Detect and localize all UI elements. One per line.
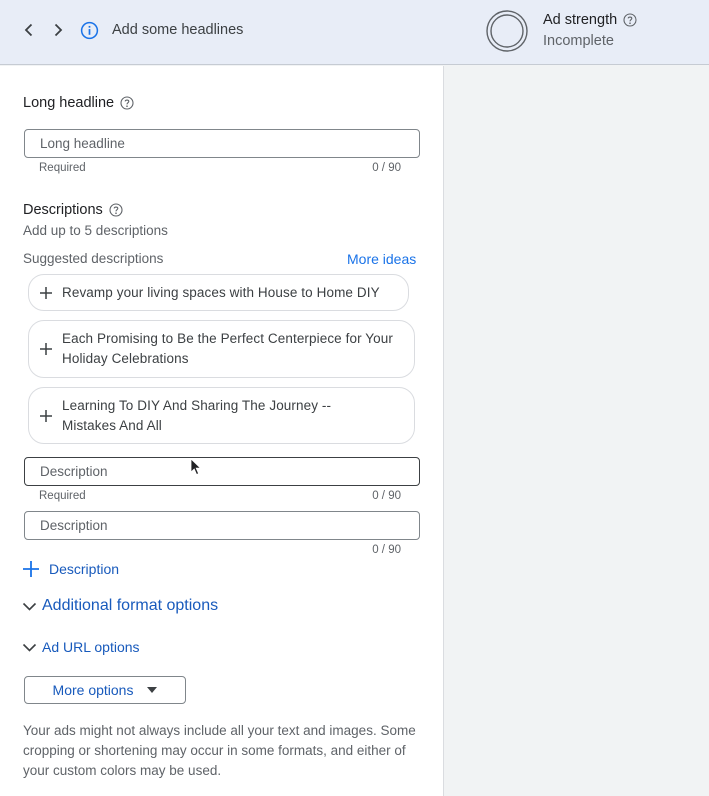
help-icon[interactable] — [623, 13, 637, 27]
long-headline-count: 0 / 90 — [372, 162, 401, 174]
suggestion-text: Revamp your living spaces with House to … — [62, 284, 380, 300]
description-input-2[interactable] — [24, 511, 420, 540]
help-icon[interactable] — [120, 96, 134, 110]
ad-strength-status: Incomplete — [543, 33, 614, 49]
back-button[interactable] — [18, 19, 40, 41]
ad-strength-ring — [486, 10, 528, 52]
info-icon — [80, 21, 99, 40]
plus-icon — [40, 409, 52, 422]
long-headline-hint: Required — [39, 162, 86, 174]
mouse-cursor-icon — [190, 458, 202, 476]
preview-pane — [445, 66, 709, 796]
additional-format-options-toggle[interactable]: Additional format options — [22, 597, 218, 615]
chevron-down-icon — [22, 643, 37, 652]
description-1-hint: Required — [39, 490, 86, 502]
more-options-label: More options — [52, 682, 134, 698]
chevron-down-icon — [22, 602, 37, 611]
suggestion-text: Learning To DIY And Sharing The Journey … — [62, 397, 332, 433]
disclaimer-text: Your ads might not always include all yo… — [23, 723, 416, 778]
dropdown-arrow-icon — [147, 687, 158, 693]
top-bar: Add some headlines Ad strength Incomplet… — [0, 0, 709, 65]
ad-url-options-label: Ad URL options — [42, 639, 140, 655]
suggestion-chip[interactable]: Revamp your living spaces with House to … — [28, 274, 409, 311]
forward-button[interactable] — [47, 19, 69, 41]
more-options-button[interactable]: More options — [24, 676, 186, 704]
suggestion-chip[interactable]: Learning To DIY And Sharing The Journey … — [28, 387, 415, 444]
chevron-left-icon — [24, 23, 33, 37]
add-description-label: Description — [49, 561, 120, 577]
page-title: Add some headlines — [112, 22, 244, 38]
descriptions-subtitle: Add up to 5 descriptions — [23, 223, 168, 238]
ad-strength-text: Ad strength — [543, 12, 618, 28]
help-icon[interactable] — [109, 203, 123, 217]
suggested-descriptions-label: Suggested descriptions — [23, 251, 164, 266]
chevron-right-icon — [54, 23, 63, 37]
long-headline-label: Long headline — [23, 95, 134, 111]
plus-icon — [23, 561, 39, 577]
description-input-1[interactable] — [24, 457, 420, 486]
descriptions-label-text: Descriptions — [23, 202, 103, 218]
description-1-count: 0 / 90 — [372, 490, 401, 502]
ad-form-panel: Long headline Required 0 / 90 Descriptio… — [0, 66, 444, 796]
suggestion-chip[interactable]: Each Promising to Be the Perfect Centerp… — [28, 320, 415, 378]
description-2-count: 0 / 90 — [372, 544, 401, 556]
plus-icon — [40, 286, 52, 299]
descriptions-label: Descriptions — [23, 202, 123, 218]
ad-url-options-toggle[interactable]: Ad URL options — [22, 639, 140, 655]
additional-format-options-label: Additional format options — [42, 597, 219, 614]
ad-strength-label: Ad strength — [543, 12, 637, 28]
long-headline-input[interactable] — [24, 129, 420, 158]
plus-icon — [40, 343, 52, 355]
add-description-button[interactable]: Description — [22, 560, 119, 578]
more-ideas-link[interactable]: More ideas — [347, 251, 416, 267]
long-headline-label-text: Long headline — [23, 95, 115, 111]
suggestion-text: Each Promising to Be the Perfect Centerp… — [62, 331, 393, 366]
